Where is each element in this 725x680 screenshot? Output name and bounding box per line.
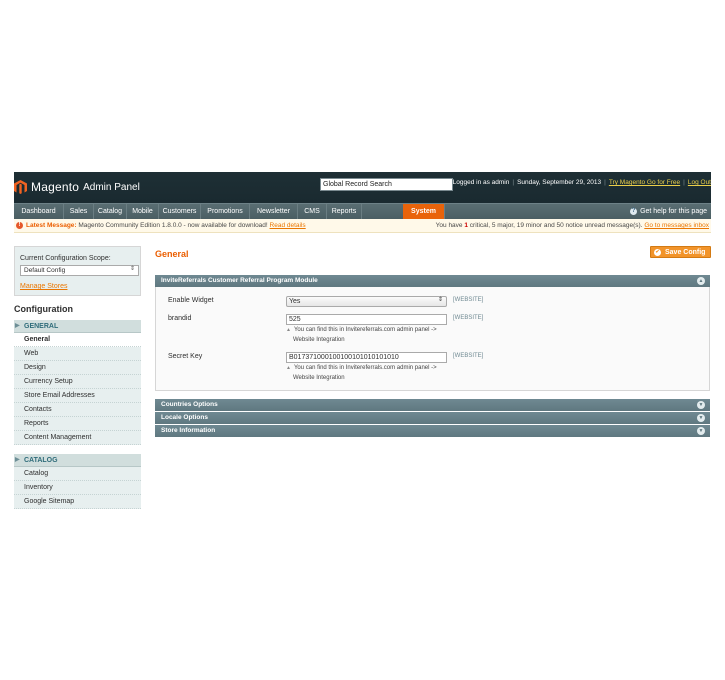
magento-logo[interactable]: Magento Admin Panel [14, 179, 140, 195]
save-icon: ✔ [654, 249, 661, 256]
brandid-note: ▲ You can find this in Invitereferrals.co… [286, 325, 437, 335]
nav-reports[interactable]: Reports [327, 204, 362, 219]
unread-summary: You have 1 critical, 5 major, 19 minor a… [436, 219, 709, 232]
fieldset-title: Store Information [161, 427, 216, 434]
read-details-link[interactable]: Read details [270, 222, 306, 229]
unread-prefix: You have [435, 222, 463, 229]
unread-rest: , 5 major, 19 minor and 50 notice unread… [488, 222, 643, 229]
nav-cms[interactable]: CMS [298, 204, 327, 219]
sidebar-group-general[interactable]: ▶ GENERAL [14, 320, 141, 333]
critical-label: critical [469, 222, 489, 229]
expand-icon: ▼ [697, 414, 705, 422]
sidebar-group-general-label: GENERAL [24, 323, 59, 330]
help-label: Get help for this page [640, 208, 707, 215]
header-bar: Magento Admin Panel Global Record Search… [14, 172, 711, 203]
collapse-icon: ▲ [697, 277, 705, 285]
nav-customers[interactable]: Customers [159, 204, 201, 219]
magento-logo-icon [14, 180, 27, 194]
sidebar-group-catalog[interactable]: ▶ CATALOG [14, 454, 141, 467]
latest-message-label: Latest Message: [26, 222, 77, 229]
secret-key-label: Secret Key [168, 353, 203, 360]
critical-count: 1 [464, 222, 468, 229]
nav-newsletter[interactable]: Newsletter [250, 204, 298, 219]
date-text: Sunday, September 29, 2013 [517, 179, 602, 186]
latest-message: Latest Message: Magento Community Editio… [26, 219, 306, 232]
sidebar-item-inventory[interactable]: Inventory [14, 481, 141, 495]
sidebar-item-currency-setup[interactable]: Currency Setup [14, 375, 141, 389]
save-config-button[interactable]: ✔ Save Config [650, 246, 711, 258]
scope-select-value: Default Config [24, 267, 66, 274]
sidebar-item-reports[interactable]: Reports [14, 417, 141, 431]
scope-tag: [WEBSITE] [453, 315, 484, 321]
fieldset-header-invitereferrals[interactable]: InviteReferrals Customer Referral Progra… [155, 275, 710, 287]
page-title: General [155, 249, 189, 259]
sidebar-item-google-sitemap[interactable]: Google Sitemap [14, 495, 141, 509]
help-link[interactable]: ? Get help for this page [630, 204, 707, 219]
alert-icon: ! [16, 222, 23, 229]
sidebar-item-general[interactable]: General [14, 333, 141, 347]
note-line-1: You can find this in Invitereferrals.com… [293, 365, 437, 371]
nav-system[interactable]: System [403, 204, 445, 219]
notification-bar: ! Latest Message: Magento Community Edit… [14, 219, 711, 233]
logout-link[interactable]: Log Out [688, 179, 711, 186]
logo-text: Magento [31, 180, 80, 194]
brandid-note-line-2: Website Integration [293, 337, 345, 343]
enable-widget-select[interactable]: Yes ⇕ [286, 296, 447, 307]
global-search-input[interactable]: Global Record Search [320, 178, 453, 191]
nav-catalog[interactable]: Catalog [94, 204, 127, 219]
note-line-1: You can find this in Invitereferrals.com… [293, 327, 437, 333]
sidebar-item-design[interactable]: Design [14, 361, 141, 375]
messages-inbox-link[interactable]: Go to messages inbox [644, 222, 709, 229]
help-icon: ? [630, 208, 638, 215]
fieldset-header-countries-options[interactable]: Countries Options ▼ [155, 399, 710, 411]
brandid-input[interactable]: 525 [286, 314, 447, 325]
expand-arrow-icon: ▶ [15, 457, 20, 463]
latest-message-text: Magento Community Edition 1.8.0.0 - now … [78, 222, 268, 229]
config-scope-panel: Current Configuration Scope: Default Con… [14, 246, 141, 296]
fieldset-header-locale-options[interactable]: Locale Options ▼ [155, 412, 710, 424]
save-config-label: Save Config [665, 249, 706, 256]
nav-mobile[interactable]: Mobile [127, 204, 159, 219]
configuration-title: Configuration [14, 304, 73, 314]
main-nav: Dashboard Sales Catalog Mobile Customers… [14, 203, 711, 219]
note-arrow-icon: ▲ [286, 327, 291, 333]
select-arrows-icon: ⇕ [129, 266, 135, 272]
header-links: Logged in as admin | Sunday, September 29,… [452, 179, 711, 186]
manage-stores-link[interactable]: Manage Stores [20, 283, 67, 290]
sidebar-item-content-management[interactable]: Content Management [14, 431, 141, 445]
select-arrows-icon: ⇕ [437, 297, 443, 303]
enable-widget-value: Yes [289, 298, 301, 305]
nav-promotions[interactable]: Promotions [201, 204, 250, 219]
sidebar-item-store-email-addresses[interactable]: Store Email Addresses [14, 389, 141, 403]
logo-subtitle: Admin Panel [83, 181, 140, 193]
logged-in-text: Logged in as admin [452, 179, 510, 186]
fieldset-header-store-information[interactable]: Store Information ▼ [155, 425, 710, 437]
sidebar-item-catalog[interactable]: Catalog [14, 467, 141, 481]
secret-key-note-line-2: Website Integration [293, 375, 345, 381]
expand-icon: ▼ [697, 427, 705, 435]
fieldset-title: Countries Options [161, 401, 218, 408]
fieldset-title: InviteReferrals Customer Referral Progra… [161, 277, 318, 284]
sidebar-group-catalog-label: CATALOG [24, 457, 58, 464]
fieldset-body: Enable Widget Yes ⇕ [WEBSITE] brandid 52… [155, 287, 710, 391]
sidebar-item-web[interactable]: Web [14, 347, 141, 361]
secret-key-note: ▲ You can find this in Invitereferrals.co… [286, 363, 437, 373]
note-arrow-icon: ▲ [286, 365, 291, 371]
sidebar-item-contacts[interactable]: Contacts [14, 403, 141, 417]
nav-sales[interactable]: Sales [64, 204, 94, 219]
scope-label: Current Configuration Scope: [20, 255, 111, 262]
expand-icon: ▼ [697, 401, 705, 409]
fieldset-title: Locale Options [161, 414, 208, 421]
nav-dashboard[interactable]: Dashboard [14, 204, 64, 219]
scope-tag: [WEBSITE] [453, 297, 484, 303]
scope-tag: [WEBSITE] [453, 353, 484, 359]
brandid-label: brandid [168, 315, 192, 322]
try-magento-go-link[interactable]: Try Magento Go for Free [609, 179, 680, 186]
expand-arrow-icon: ▶ [15, 323, 20, 329]
secret-key-input[interactable]: B017371000100100101010101010 [286, 352, 447, 363]
scope-select[interactable]: Default Config ⇕ [20, 265, 139, 276]
enable-widget-label: Enable Widget [168, 297, 214, 304]
